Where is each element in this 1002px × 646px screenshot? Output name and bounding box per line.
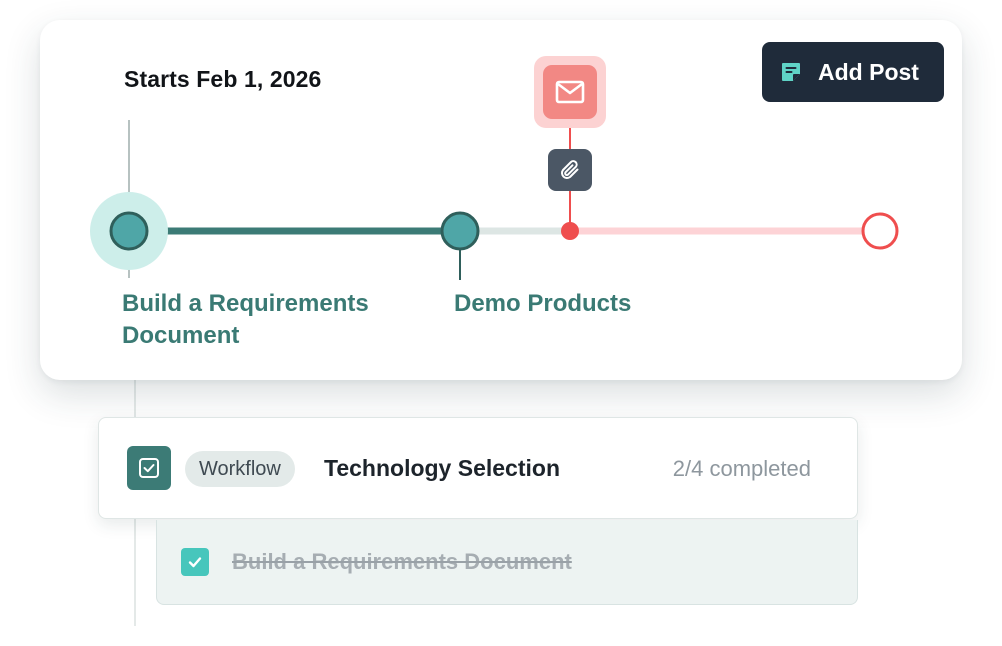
milestone-2-dot[interactable]	[440, 211, 480, 251]
mail-marker[interactable]	[534, 56, 606, 128]
workflow-row[interactable]: Workflow Technology Selection 2/4 comple…	[98, 417, 858, 519]
mail-icon	[543, 65, 597, 119]
add-post-label: Add Post	[818, 58, 919, 85]
open-circle-icon[interactable]	[861, 212, 899, 250]
workflow-progress: 2/4 completed	[672, 456, 811, 481]
checklist-icon	[127, 446, 171, 490]
task-checkbox[interactable]	[181, 548, 209, 576]
note-icon	[780, 61, 802, 83]
add-post-button[interactable]: Add Post	[762, 42, 944, 102]
current-point	[561, 222, 579, 240]
timeline-card: Starts Feb 1, 2026 Build a Requirements …	[40, 20, 962, 380]
task-item[interactable]: Build a Requirements Document	[156, 520, 858, 605]
workflow-badge: Workflow	[185, 451, 295, 487]
milestone-label-demo[interactable]: Demo Products	[454, 288, 714, 320]
paperclip-icon[interactable]	[548, 149, 592, 191]
milestone-1-dot[interactable]	[109, 211, 149, 251]
task-title: Build a Requirements Document	[232, 549, 572, 574]
workflow-title[interactable]: Technology Selection	[324, 455, 560, 482]
milestone-label-requirements[interactable]: Build a Requirements Document	[122, 288, 422, 352]
